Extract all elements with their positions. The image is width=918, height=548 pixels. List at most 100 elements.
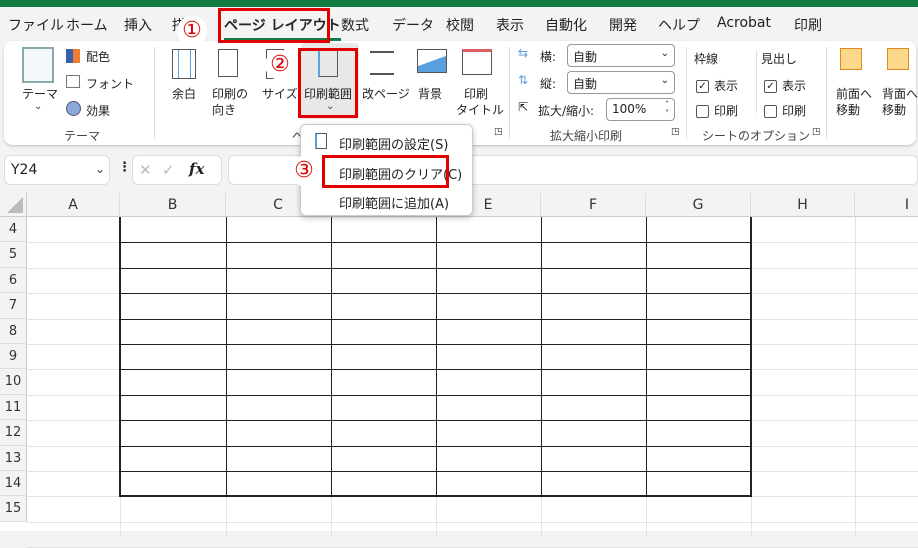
row-header-7[interactable]: 7 <box>0 293 27 319</box>
tab-acrobat[interactable]: Acrobat <box>717 15 771 31</box>
tab-help[interactable]: ヘルプ <box>658 15 700 35</box>
width-label: 横: <box>540 50 557 64</box>
background-icon <box>417 49 447 73</box>
column-header-B[interactable]: B <box>120 193 226 217</box>
row-header-13[interactable]: 13 <box>0 445 27 471</box>
spinner-arrows-icon[interactable]: ˄ ˅ <box>665 100 669 118</box>
menu-item-set-print-area[interactable]: 印刷範囲の設定(S) <box>339 134 448 153</box>
orientation-icon <box>218 49 238 77</box>
gridlines-view-checkbox[interactable]: ✓ 表示 <box>696 77 738 94</box>
row-header-9[interactable]: 9 <box>0 344 27 370</box>
gridline <box>27 521 918 523</box>
table-border <box>120 420 752 422</box>
chevron-down-icon: ⌄ <box>660 75 669 86</box>
fonts-button[interactable]: フォント <box>86 75 134 92</box>
column-header-H[interactable]: H <box>751 193 855 217</box>
print-titles-button[interactable]: 印刷 <box>464 85 488 102</box>
row-header-14[interactable]: 14 <box>0 471 27 497</box>
effects-button[interactable]: 効果 <box>86 102 110 119</box>
column-header-A[interactable]: A <box>27 193 120 217</box>
checkbox-checked-icon: ✓ <box>764 80 777 93</box>
more-icon[interactable]: ⋮ <box>118 160 131 175</box>
headings-label: 見出し <box>761 52 798 66</box>
ribbon-tabs: ファイル ホーム 挿入 描画 ページ レイアウト 数式 データ 校閲 表示 自動… <box>0 7 918 41</box>
select-all-button[interactable] <box>0 193 27 217</box>
bring-forward-button[interactable]: 前面へ <box>836 85 872 102</box>
tab-data[interactable]: データ <box>392 15 434 35</box>
formula-buttons: ✕ ✓ fx <box>132 155 222 185</box>
checkbox-checked-icon: ✓ <box>696 80 709 93</box>
annotation-step-3: ③ <box>289 156 319 186</box>
breaks-button[interactable]: 改ページ <box>362 85 410 102</box>
gridlines-print-checkbox[interactable]: 印刷 <box>696 102 738 119</box>
orientation-button[interactable]: 印刷の <box>212 85 248 102</box>
column-header-G[interactable]: G <box>646 193 751 217</box>
dialog-launcher-icon[interactable]: ◳ <box>671 127 680 137</box>
row-header-10[interactable]: 10 <box>0 369 27 395</box>
column-header-F[interactable]: F <box>541 193 646 217</box>
width-select[interactable]: 自動 ⌄ <box>567 44 675 67</box>
size-button[interactable]: サイズ <box>262 85 298 102</box>
row-header-4[interactable]: 4 <box>0 217 27 243</box>
gridline <box>855 217 856 537</box>
colors-button[interactable]: 配色 <box>86 48 110 65</box>
tab-home[interactable]: ホーム <box>66 15 108 35</box>
scale-icon: ⇱ <box>518 100 529 114</box>
tab-insert[interactable]: 挿入 <box>124 15 152 35</box>
bring-forward-line2: 移動 <box>836 103 861 117</box>
highlight-page-layout-tab <box>218 8 330 43</box>
tab-view[interactable]: 表示 <box>496 15 524 35</box>
themes-button[interactable]: テーマ <box>22 85 58 102</box>
table-border <box>120 394 752 396</box>
gridlines-label: 枠線 <box>694 52 719 66</box>
themes-icon[interactable] <box>22 47 54 83</box>
print-titles-icon <box>462 49 492 75</box>
table-border <box>120 318 752 320</box>
table-border <box>120 445 752 447</box>
tab-developer[interactable]: 開発 <box>609 15 637 35</box>
row-header-6[interactable]: 6 <box>0 267 27 294</box>
bring-forward-icon <box>840 48 862 70</box>
table-border <box>120 293 752 295</box>
tab-review[interactable]: 校閲 <box>446 15 474 35</box>
tab-automate[interactable]: 自動化 <box>545 15 587 35</box>
checkbox-label: 表示 <box>714 79 739 93</box>
annotation-step-1: ① <box>177 16 207 46</box>
table-border <box>120 267 752 269</box>
send-backward-button[interactable]: 背面へ <box>882 85 918 102</box>
headings-print-checkbox[interactable]: 印刷 <box>764 102 806 119</box>
checkbox-unchecked-icon <box>764 105 777 118</box>
group-label-scale: 拡大縮小印刷 <box>550 129 623 143</box>
tab-formulas[interactable]: 数式 <box>341 15 369 35</box>
cancel-icon[interactable]: ✕ <box>139 161 152 179</box>
name-box[interactable]: Y24 ⌄ <box>4 155 110 185</box>
height-icon: ⇅ <box>518 73 529 87</box>
column-header-I[interactable]: I <box>855 193 918 217</box>
row-header-11[interactable]: 11 <box>0 394 27 421</box>
margins-button[interactable]: 余白 <box>172 85 196 102</box>
group-label-sheet-options: シートのオプション <box>702 129 811 143</box>
headings-view-checkbox[interactable]: ✓ 表示 <box>764 77 806 94</box>
tab-file[interactable]: ファイル <box>8 15 64 35</box>
dialog-launcher-icon[interactable]: ◳ <box>812 127 821 137</box>
height-select[interactable]: 自動 ⌄ <box>567 71 675 94</box>
width-value: 自動 <box>573 50 598 64</box>
row-header-15[interactable]: 15 <box>0 496 27 522</box>
insert-function-button[interactable]: fx <box>189 160 204 178</box>
scale-spinner[interactable]: 100% ˄ ˅ <box>606 98 675 121</box>
dialog-launcher-icon[interactable]: ◳ <box>494 127 503 137</box>
table-border <box>331 217 332 498</box>
menu-item-add-to-print-area[interactable]: 印刷範囲に追加(A) <box>339 193 449 212</box>
name-box-value: Y24 <box>11 162 38 178</box>
row-header-12[interactable]: 12 <box>0 420 27 446</box>
colors-icon <box>66 49 80 63</box>
tab-print[interactable]: 印刷 <box>794 15 822 35</box>
row-header-8[interactable]: 8 <box>0 318 27 344</box>
enter-icon[interactable]: ✓ <box>162 161 175 179</box>
row-header-5[interactable]: 5 <box>0 242 27 268</box>
table-border <box>120 242 752 244</box>
background-button[interactable]: 背景 <box>418 85 442 102</box>
scale-label: 拡大/縮小: <box>538 104 595 118</box>
margins-icon <box>172 49 196 79</box>
title-bar <box>0 0 918 7</box>
